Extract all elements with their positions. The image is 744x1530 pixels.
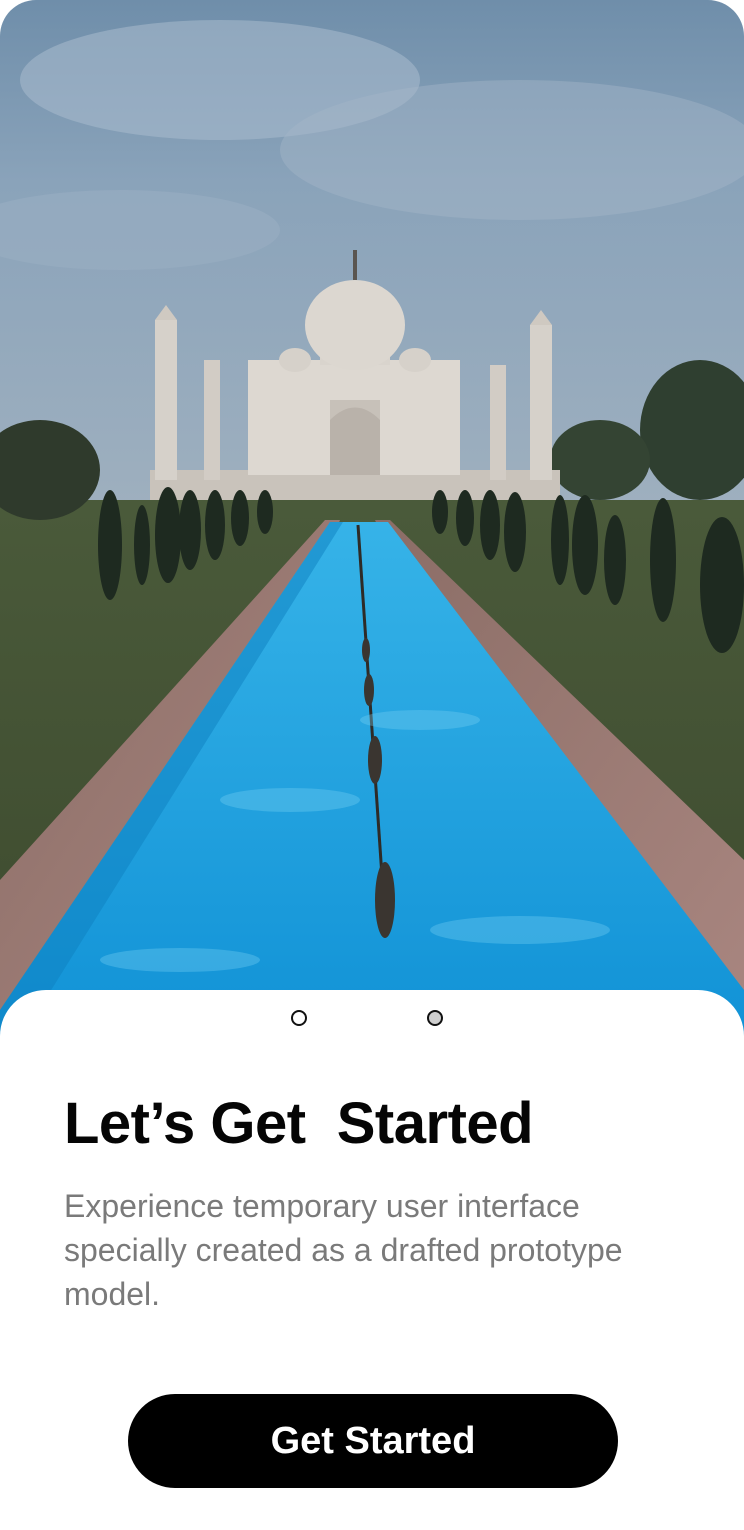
get-started-button[interactable]: Get Started bbox=[128, 1394, 618, 1488]
page-subtitle: Experience temporary user interface spec… bbox=[64, 1188, 623, 1312]
onboarding-screen: Let’s Get Started Experience temporary u… bbox=[0, 0, 744, 1530]
page-title: Let’s Get Started bbox=[64, 1091, 534, 1156]
pagination-dot-1[interactable] bbox=[291, 1010, 307, 1026]
hero-image bbox=[0, 0, 744, 1040]
pagination-dot-2[interactable] bbox=[427, 1010, 443, 1026]
